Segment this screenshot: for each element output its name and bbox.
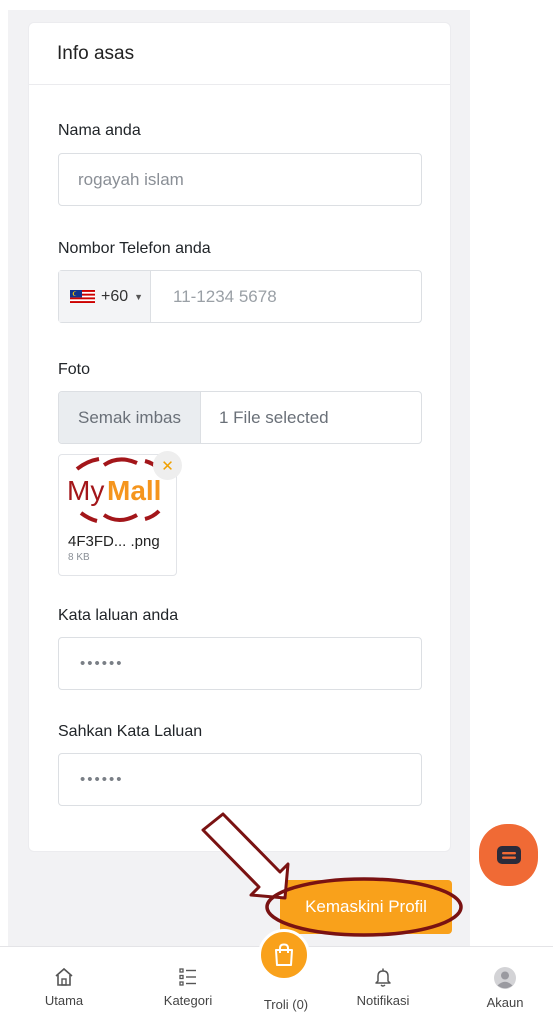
close-icon[interactable]: ✕ <box>153 451 182 480</box>
phone-input[interactable]: 11-1234 5678 <box>151 287 277 307</box>
nav-label-cart: Troli (0) <box>263 997 309 1012</box>
phone-field: +60 ▼ 11-1234 5678 <box>58 270 422 323</box>
browse-button[interactable]: Semak imbas <box>59 392 201 443</box>
file-size: 8 KB <box>68 552 90 563</box>
uploaded-file-preview: My Mall 4F3FD... .png 8 KB ✕ <box>58 451 182 576</box>
chat-button[interactable] <box>479 824 538 886</box>
nav-item-cart[interactable]: Troli (0) <box>258 997 314 1012</box>
nav-item-notifications[interactable]: Notifikasi <box>350 967 416 1008</box>
nav-label-categories: Kategori <box>163 993 213 1008</box>
confirm-password-input[interactable]: •••••• <box>58 753 422 806</box>
nav-label-home: Utama <box>44 993 84 1008</box>
photo-label: Foto <box>58 361 91 378</box>
file-name: 4F3FD... .png <box>68 533 160 550</box>
update-profile-button[interactable]: Kemaskini Profil <box>280 880 452 934</box>
password-input[interactable]: •••••• <box>58 637 422 690</box>
cart-button[interactable] <box>258 929 310 981</box>
malaysia-flag-icon <box>70 290 95 303</box>
file-status: 1 File selected <box>219 407 329 427</box>
nav-item-account[interactable]: Akaun <box>482 967 528 1010</box>
name-label: Nama anda <box>58 122 141 139</box>
shopping-bag-icon <box>275 943 293 966</box>
name-input[interactable]: rogayah islam <box>58 153 422 206</box>
country-code: +60 <box>101 287 129 305</box>
list-icon <box>179 968 196 986</box>
confirm-password-mask: •••••• <box>80 771 124 788</box>
chevron-down-icon: ▼ <box>134 291 144 302</box>
nav-item-categories[interactable]: Kategori <box>160 967 216 1008</box>
confirm-password-label: Sahkan Kata Laluan <box>58 723 203 740</box>
password-label: Kata laluan anda <box>58 607 179 624</box>
card-title: Info asas <box>29 23 450 85</box>
password-mask: •••••• <box>80 655 124 672</box>
nav-label-account: Akaun <box>486 995 524 1010</box>
profile-form-card: Info asas Nama anda rogayah islam Nombor… <box>28 22 451 852</box>
nav-label-notifications: Notifikasi <box>356 993 410 1008</box>
country-code-select[interactable]: +60 ▼ <box>59 271 151 322</box>
screen: Info asas Nama anda rogayah islam Nombor… <box>0 0 553 1022</box>
avatar-icon <box>494 967 516 989</box>
chat-icon <box>496 846 521 864</box>
logo-text-mall: Mall <box>107 475 161 506</box>
phone-label: Nombor Telefon anda <box>58 240 211 257</box>
home-icon <box>55 967 73 986</box>
photo-file-input: Semak imbas 1 File selected <box>58 391 422 444</box>
nav-item-home[interactable]: Utama <box>38 967 90 1008</box>
bell-icon <box>375 968 391 987</box>
logo-text-my: My <box>67 475 104 506</box>
